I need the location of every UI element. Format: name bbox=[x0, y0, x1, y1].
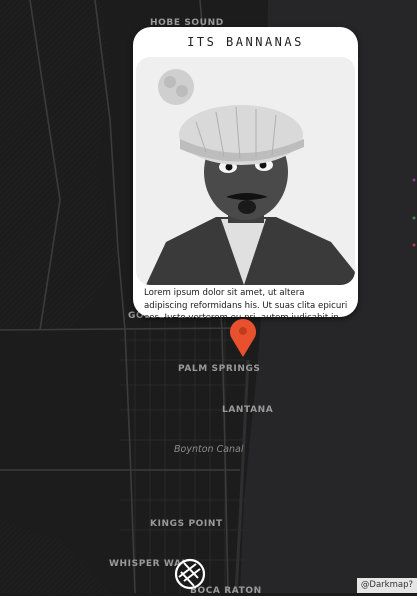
poi-dot bbox=[412, 243, 416, 247]
marker-popup[interactable]: ITS BANNANAS Lorem ipsum dolor sit amet,… bbox=[133, 27, 358, 317]
place-label-boynton-canal: Boynton Canal bbox=[174, 444, 244, 455]
popup-description: Lorem ipsum dolor sit amet, ut altera ad… bbox=[144, 288, 348, 317]
place-label-kings-point: KINGS POINT bbox=[150, 519, 223, 529]
place-label-lantana: LANTANA bbox=[222, 405, 274, 415]
place-label-palm-springs: PALM SPRINGS bbox=[178, 364, 261, 374]
map-pin-icon[interactable] bbox=[228, 317, 258, 361]
poi-dot bbox=[412, 178, 416, 182]
portrait-photo-icon bbox=[136, 57, 355, 285]
map-attribution[interactable]: @Darkmap? bbox=[356, 578, 417, 593]
poi-dot bbox=[412, 216, 416, 220]
popup-title: ITS BANNANAS bbox=[187, 35, 304, 49]
camera-shutter-icon[interactable] bbox=[174, 558, 206, 594]
popup-photo bbox=[136, 57, 355, 285]
